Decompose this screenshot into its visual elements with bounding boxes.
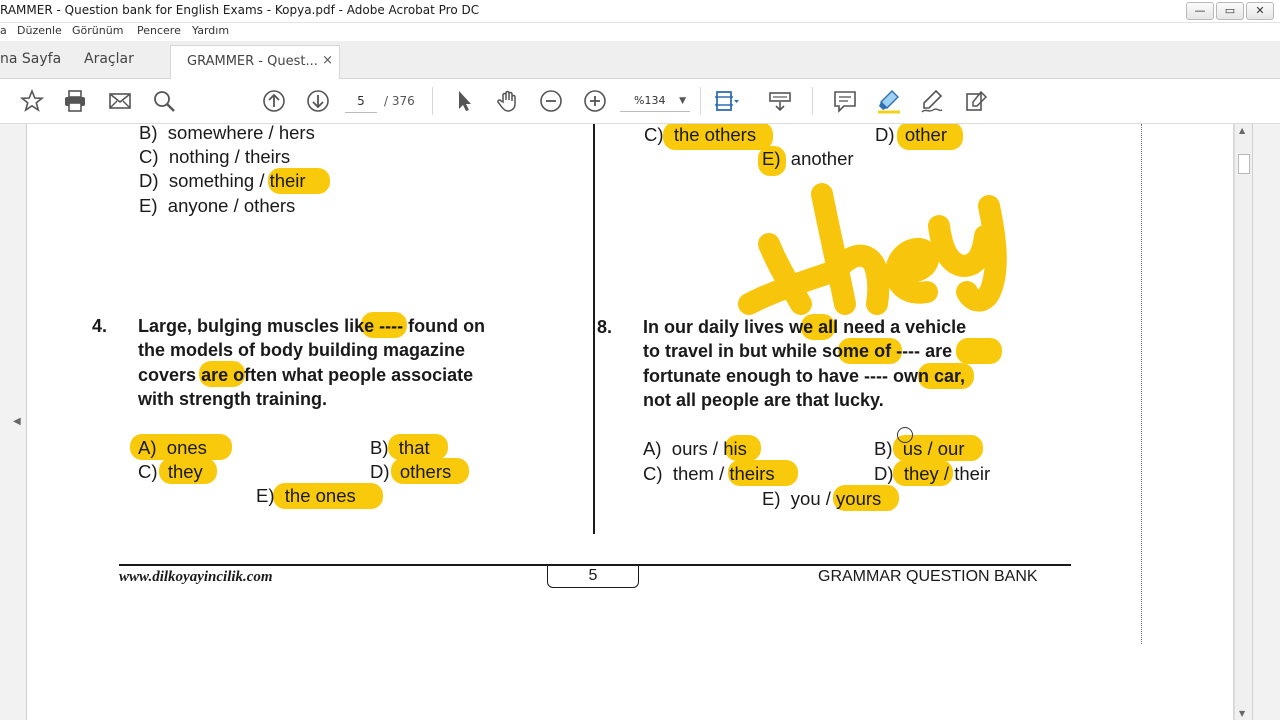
q4-option-c: C) they bbox=[138, 461, 203, 482]
option-d: D) something / their bbox=[139, 170, 306, 191]
option-c: C) the others bbox=[644, 124, 757, 145]
text-highlight bbox=[956, 338, 1002, 364]
question-8-line-4: not all people are that lucky. bbox=[643, 390, 884, 410]
tab-document-label: GRAMMER - Quest... bbox=[187, 54, 318, 69]
expand-left-panel-icon[interactable]: ◀ bbox=[13, 416, 21, 427]
email-icon[interactable] bbox=[107, 88, 133, 114]
menu-file[interactable]: a bbox=[0, 24, 7, 37]
question-4-line-1: Large, bulging muscles like ---- found o… bbox=[138, 316, 486, 336]
tab-home[interactable]: na Sayfa bbox=[0, 51, 61, 67]
q4-option-d: D) others bbox=[370, 461, 452, 482]
menu-help[interactable]: Yardım bbox=[192, 24, 229, 37]
page-total: / 376 bbox=[384, 94, 415, 108]
footer-book-title: GRAMMAR QUESTION BANK bbox=[818, 568, 1038, 585]
q4-option-e: E) the ones bbox=[256, 485, 356, 506]
scroll-down-icon[interactable]: ▼ bbox=[1239, 709, 1245, 718]
question-8-number: 8. bbox=[597, 317, 613, 337]
fit-page-icon[interactable] bbox=[713, 88, 739, 114]
zoom-out-icon[interactable] bbox=[538, 88, 564, 114]
menu-window[interactable]: Pencere bbox=[137, 24, 181, 37]
menu-edit[interactable]: Düzenle bbox=[17, 24, 62, 37]
print-icon[interactable] bbox=[62, 88, 88, 114]
column-divider bbox=[593, 124, 595, 534]
document-viewer: ◀ B) somewhere / hers C) nothing / their… bbox=[0, 124, 1280, 720]
scrollbar-thumb[interactable] bbox=[1238, 154, 1250, 174]
toolbar-divider bbox=[432, 87, 433, 115]
question-4-number: 4. bbox=[92, 316, 108, 336]
bookmark-star-icon[interactable] bbox=[19, 88, 45, 114]
q4-option-b: B) that bbox=[370, 437, 430, 458]
select-cursor-icon[interactable] bbox=[451, 88, 477, 114]
share-edit-icon[interactable] bbox=[963, 88, 989, 114]
chevron-down-icon: ▼ bbox=[679, 96, 686, 106]
menu-view[interactable]: Görünüm bbox=[72, 24, 123, 37]
tab-tools[interactable]: Araçlar bbox=[84, 51, 134, 67]
option-d: D) other bbox=[875, 124, 947, 145]
question-4-line-2: the models of body building magazine bbox=[138, 340, 466, 360]
question-8-line-3: fortunate enough to have ---- own car, bbox=[643, 366, 966, 386]
q8-option-b: B) us / our bbox=[874, 438, 965, 459]
scroll-mode-icon[interactable] bbox=[767, 88, 793, 114]
sign-pen-icon[interactable] bbox=[919, 88, 945, 114]
left-panel: ◀ bbox=[0, 124, 27, 720]
question-8-line-1: In our daily lives we all need a vehicle bbox=[643, 317, 967, 337]
tab-close-icon[interactable]: × bbox=[322, 53, 333, 68]
highlighter-icon[interactable] bbox=[876, 88, 902, 114]
footer-page-number: 5 bbox=[547, 565, 639, 588]
mouse-cursor-icon bbox=[897, 427, 913, 443]
comment-icon[interactable] bbox=[832, 88, 858, 114]
zoom-select[interactable]: %134 ▼ bbox=[620, 90, 690, 112]
maximize-button[interactable]: ▭ bbox=[1216, 2, 1244, 20]
hand-tool-icon[interactable] bbox=[495, 88, 521, 114]
q8-option-c: C) them / theirs bbox=[643, 463, 775, 484]
search-icon[interactable] bbox=[151, 88, 177, 114]
vertical-scrollbar[interactable]: ▲ ▼ bbox=[1234, 124, 1252, 720]
handwriting-they-annotation bbox=[738, 183, 1007, 315]
title-bar: RAMMER - Question bank for English Exams… bbox=[0, 0, 1280, 23]
footer-website: www.dilkoyayincilik.com bbox=[119, 569, 273, 585]
zoom-value: %134 bbox=[634, 94, 666, 107]
close-window-button[interactable]: ✕ bbox=[1246, 2, 1274, 20]
q8-option-a: A) ours / his bbox=[643, 438, 747, 459]
question-4-line-4: with strength training. bbox=[138, 389, 327, 409]
option-c: C) nothing / theirs bbox=[139, 146, 291, 167]
window-controls: — ▭ ✕ bbox=[1186, 2, 1274, 20]
option-e: E) anyone / others bbox=[139, 195, 296, 216]
window-title: RAMMER - Question bank for English Exams… bbox=[0, 3, 480, 17]
q4-option-a: A) ones bbox=[138, 437, 207, 458]
tab-bar: na Sayfa Araçlar GRAMMER - Quest... × bbox=[0, 41, 1280, 79]
q8-option-d: D) they / their bbox=[874, 463, 991, 484]
pdf-page: B) somewhere / hers C) nothing / theirs … bbox=[27, 124, 1233, 720]
previous-page-icon[interactable] bbox=[261, 88, 287, 114]
toolbar-divider bbox=[812, 87, 813, 115]
toolbar-divider bbox=[700, 87, 701, 115]
tab-document[interactable]: GRAMMER - Quest... × bbox=[170, 45, 340, 79]
zoom-in-icon[interactable] bbox=[582, 88, 608, 114]
question-4-line-3: covers are often what people associate bbox=[138, 365, 474, 385]
scroll-up-icon[interactable]: ▲ bbox=[1239, 126, 1245, 135]
minimize-button[interactable]: — bbox=[1186, 2, 1214, 20]
option-b: B) somewhere / hers bbox=[139, 124, 315, 143]
page-number-input[interactable]: 5 bbox=[345, 90, 377, 113]
right-panel: ▶ bbox=[1252, 124, 1280, 720]
next-page-icon[interactable] bbox=[305, 88, 331, 114]
toolbar: 5 / 376 %134 ▼ bbox=[0, 79, 1280, 124]
page-margin-dots bbox=[1141, 124, 1142, 644]
q8-option-e: E) you / yours bbox=[762, 488, 882, 509]
menu-bar: a Düzenle Görünüm Pencere Yardım bbox=[0, 23, 1280, 41]
question-8-line-2: to travel in but while some of ---- are bbox=[643, 341, 953, 361]
